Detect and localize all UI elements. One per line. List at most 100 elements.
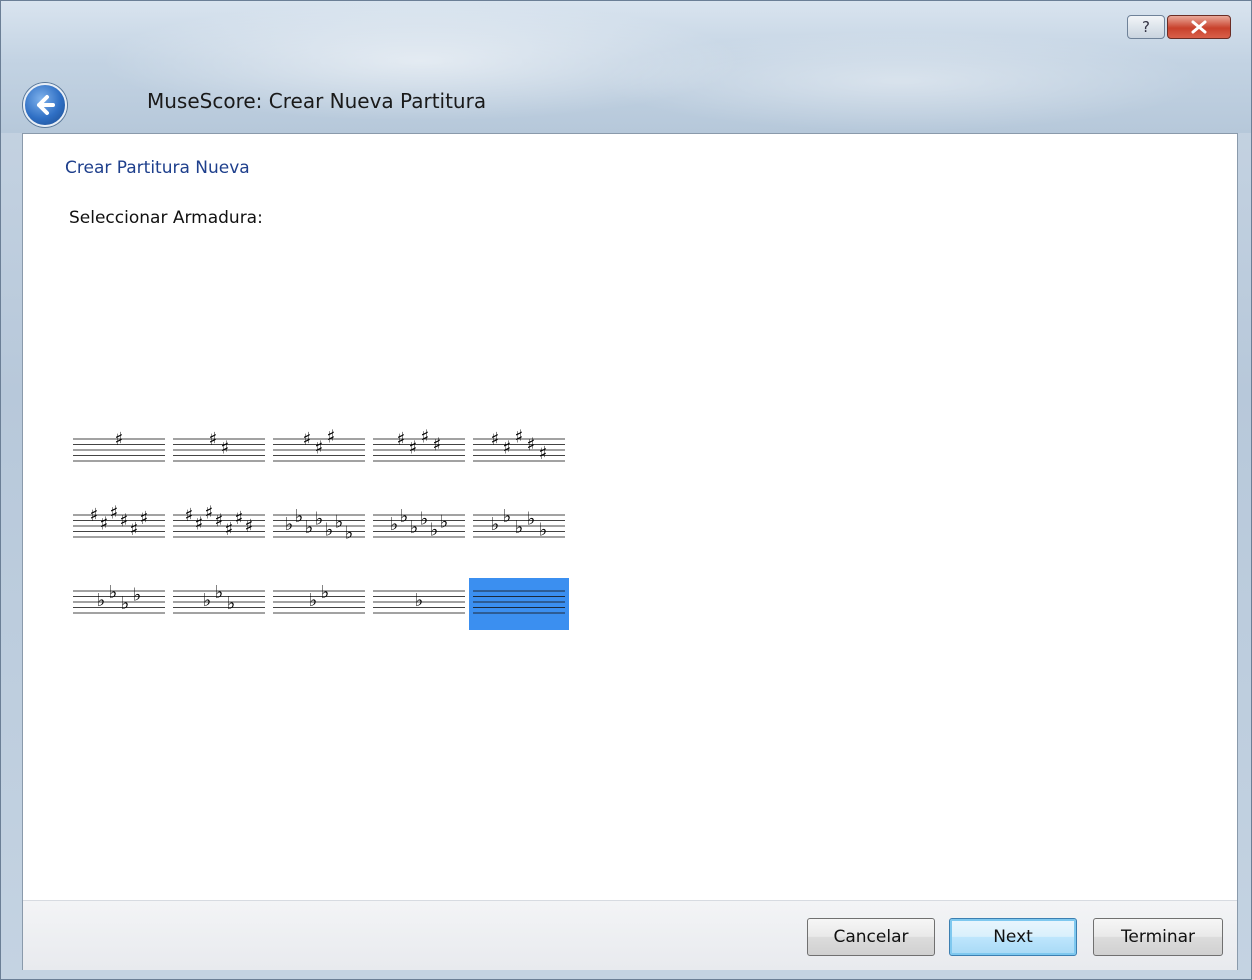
sharp-icon: ♯ bbox=[303, 429, 312, 450]
sharp-icon: ♯ bbox=[130, 519, 139, 540]
sharp-icon: ♯ bbox=[205, 502, 214, 523]
finish-button[interactable]: Terminar bbox=[1093, 918, 1223, 956]
flat-icon: ♭ bbox=[305, 517, 314, 538]
flat-icon: ♭ bbox=[539, 520, 548, 541]
staff-icon: ♭ ♭♭ ♭♭ ♭♭ bbox=[273, 506, 365, 543]
sharp-icon: ♯ bbox=[421, 426, 430, 447]
key-signature-sharp-6[interactable]: ♯ ♯ ♯ ♯ ♯ ♯ bbox=[69, 502, 169, 554]
key-signature-flat-1[interactable]: ♭ bbox=[369, 578, 469, 630]
flat-icon: ♭ bbox=[515, 517, 524, 538]
sharp-icon: ♯ bbox=[185, 505, 194, 526]
flat-icon: ♭ bbox=[503, 506, 512, 527]
flat-icon: ♭ bbox=[410, 517, 419, 538]
key-signature-flat-4[interactable]: ♭ ♭ ♭ ♭ bbox=[69, 578, 169, 630]
flat-icon: ♭ bbox=[321, 582, 330, 603]
sharp-icon: ♯ bbox=[397, 429, 406, 450]
staff-icon: ♯ ♯♯ ♯ ♯♯ ♯ bbox=[173, 502, 265, 540]
flat-icon: ♭ bbox=[335, 511, 344, 532]
staff-icon: ♯ bbox=[73, 429, 165, 462]
flat-icon: ♭ bbox=[227, 593, 236, 614]
staff-icon: ♯ ♯♯ bbox=[273, 426, 365, 462]
flat-icon: ♭ bbox=[390, 514, 399, 535]
sharp-icon: ♯ bbox=[90, 505, 99, 526]
sharp-icon: ♯ bbox=[433, 435, 442, 456]
sharp-icon: ♯ bbox=[539, 443, 548, 464]
key-signature-none-0[interactable] bbox=[469, 578, 569, 630]
staff-icon: ♯ ♯♯ ♯ ♯ bbox=[473, 426, 565, 464]
close-icon bbox=[1191, 20, 1207, 34]
staff-icon: ♯ ♯ bbox=[173, 429, 265, 462]
staff-icon: ♯ ♯♯ ♯ ♯♯ bbox=[73, 502, 165, 540]
staff-icon: ♭ ♭♭ ♭♭ bbox=[473, 506, 565, 541]
flat-icon: ♭ bbox=[345, 522, 354, 543]
wizard-page: Crear Partitura Nueva Seleccionar Armadu… bbox=[22, 133, 1238, 970]
staff-icon bbox=[473, 590, 565, 614]
staff-icon: ♭ ♭♭ ♭ bbox=[73, 582, 165, 614]
sharp-icon: ♯ bbox=[327, 426, 336, 447]
flat-icon: ♭ bbox=[440, 511, 449, 532]
sharp-icon: ♯ bbox=[100, 513, 109, 534]
key-signature-sharp-1[interactable]: ♯ bbox=[69, 426, 169, 478]
key-signature-sharp-4[interactable]: ♯ ♯ ♯ ♯ bbox=[369, 426, 469, 478]
staff-icon: ♭ ♭♭ bbox=[173, 582, 265, 614]
key-signature-flat-2[interactable]: ♭ ♭ bbox=[269, 578, 369, 630]
sharp-icon: ♯ bbox=[515, 426, 524, 447]
title-bar: MuseScore: Crear Nueva Partitura ? bbox=[1, 1, 1251, 133]
sharp-icon: ♯ bbox=[140, 508, 149, 529]
staff-icon: ♯ ♯♯ ♯ bbox=[373, 426, 465, 462]
back-arrow-icon bbox=[37, 95, 55, 115]
flat-icon: ♭ bbox=[527, 509, 536, 530]
flat-icon: ♭ bbox=[491, 514, 500, 535]
sharp-icon: ♯ bbox=[235, 508, 244, 529]
sharp-icon: ♯ bbox=[120, 511, 129, 532]
sharp-icon: ♯ bbox=[115, 429, 124, 450]
sharp-icon: ♯ bbox=[503, 437, 512, 458]
sharp-icon: ♯ bbox=[195, 513, 204, 534]
flat-icon: ♭ bbox=[97, 590, 106, 611]
flat-icon: ♭ bbox=[415, 590, 424, 611]
flat-icon: ♭ bbox=[133, 585, 142, 606]
flat-icon: ♭ bbox=[420, 509, 429, 530]
flat-icon: ♭ bbox=[325, 520, 334, 541]
sharp-icon: ♯ bbox=[209, 429, 218, 450]
next-button[interactable]: Next bbox=[949, 918, 1077, 956]
key-signature-flat-5[interactable]: ♭ ♭ ♭ ♭ ♭ bbox=[469, 502, 569, 554]
sharp-icon: ♯ bbox=[491, 429, 500, 450]
key-signature-flat-3[interactable]: ♭ ♭ ♭ bbox=[169, 578, 269, 630]
back-button[interactable] bbox=[23, 83, 67, 127]
sharp-icon: ♯ bbox=[245, 516, 254, 537]
flat-icon: ♭ bbox=[285, 514, 294, 535]
sharp-icon: ♯ bbox=[409, 437, 418, 458]
flat-icon: ♭ bbox=[215, 582, 224, 603]
flat-icon: ♭ bbox=[203, 590, 212, 611]
key-signature-flat-7[interactable]: ♭ ♭ ♭ ♭ ♭ ♭ ♭ bbox=[269, 502, 369, 554]
wizard-window: MuseScore: Crear Nueva Partitura ? Crear… bbox=[0, 0, 1252, 980]
flat-icon: ♭ bbox=[315, 509, 324, 530]
staff-icon: ♭ ♭ bbox=[273, 582, 365, 614]
key-signature-sharp-5[interactable]: ♯ ♯ ♯ ♯ ♯ bbox=[469, 426, 569, 478]
window-title: MuseScore: Crear Nueva Partitura bbox=[147, 89, 487, 113]
page-heading: Crear Partitura Nueva bbox=[65, 158, 250, 178]
sharp-icon: ♯ bbox=[110, 502, 119, 523]
flat-icon: ♭ bbox=[309, 590, 318, 611]
key-signature-sharp-2[interactable]: ♯ ♯ bbox=[169, 426, 269, 478]
sharp-icon: ♯ bbox=[225, 519, 234, 540]
staff-icon: ♭ ♭♭ ♭♭ ♭ bbox=[373, 506, 465, 541]
help-icon: ? bbox=[1142, 18, 1150, 36]
key-signature-flat-6[interactable]: ♭ ♭ ♭ ♭ ♭ ♭ bbox=[369, 502, 469, 554]
staff-icon: ♭ bbox=[373, 590, 465, 614]
key-signature-sharp-7[interactable]: ♯ ♯ ♯ ♯ ♯ ♯ ♯ bbox=[169, 502, 269, 554]
flat-icon: ♭ bbox=[109, 582, 118, 603]
flat-icon: ♭ bbox=[295, 506, 304, 527]
key-signature-sharp-3[interactable]: ♯ ♯ ♯ bbox=[269, 426, 369, 478]
flat-icon: ♭ bbox=[400, 506, 409, 527]
flat-icon: ♭ bbox=[121, 593, 130, 614]
sharp-icon: ♯ bbox=[215, 511, 224, 532]
button-bar: Cancelar Next Terminar bbox=[23, 900, 1237, 970]
sharp-icon: ♯ bbox=[315, 437, 324, 458]
key-signature-prompt: Seleccionar Armadura: bbox=[69, 208, 263, 228]
sharp-icon: ♯ bbox=[527, 435, 536, 456]
cancel-button[interactable]: Cancelar bbox=[807, 918, 935, 956]
close-button[interactable] bbox=[1167, 15, 1231, 39]
help-button[interactable]: ? bbox=[1127, 15, 1165, 39]
